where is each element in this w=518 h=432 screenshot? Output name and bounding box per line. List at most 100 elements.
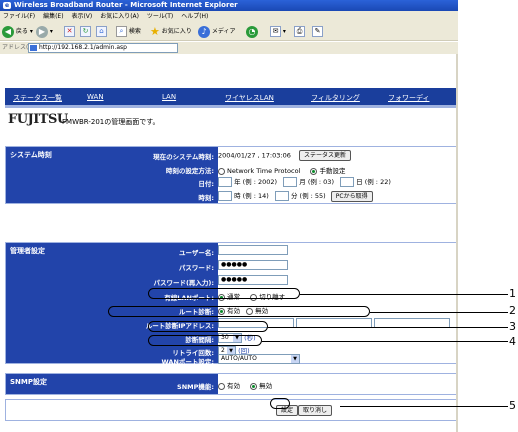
menu-file[interactable]: ファイル(F) — [3, 13, 35, 20]
nav-filtering[interactable]: フィルタリング — [311, 93, 360, 103]
callout-number-2: 2 — [509, 304, 516, 317]
year-input[interactable] — [218, 177, 232, 187]
browser-toolbar: ◀ 戻る ▾ ▶ ▾ ✕ ↻ ⌂ ⌕ 検索 ★ お気に入り ♪ メディア ◔ ✉… — [0, 22, 458, 41]
snmp-on-radio[interactable] — [218, 382, 225, 390]
date-row: 年 (例 : 2002) 月 (例 : 03) 日 (例 : 22) — [218, 176, 391, 187]
cancel-button[interactable]: 取り消し — [298, 405, 333, 416]
callout-ring-5 — [270, 398, 290, 409]
history-button[interactable]: ◔ — [246, 25, 258, 38]
refresh-icon: ↻ — [80, 26, 91, 37]
callout-number-1: 1 — [509, 287, 516, 300]
date-label: 日付: — [198, 180, 214, 188]
manual-label: 手動設定 — [319, 167, 346, 175]
search-button[interactable]: ⌕ 検索 — [116, 25, 141, 38]
chevron-down-icon: ▼ — [291, 355, 299, 363]
fujitsu-logo: FUJITSU — [8, 112, 68, 127]
system-time-section: システム時刻 現在のシステム時刻: 2004/01/27 , 17:03:06 … — [5, 146, 458, 204]
menu-tools[interactable]: ツール(T) — [147, 13, 173, 20]
section-title-admin: 管理者設定 — [10, 247, 45, 255]
refresh-button[interactable]: ↻ — [80, 25, 91, 38]
callout-number-4: 4 — [509, 335, 516, 348]
password-label: パスワード: — [178, 264, 214, 272]
wan-port-select[interactable]: AUTO/AUTO ▼ — [218, 354, 300, 364]
callout-ring-1 — [148, 288, 300, 299]
menu-favorites[interactable]: お気に入り(A) — [100, 13, 139, 20]
leader-line-3 — [268, 327, 508, 328]
stop-button[interactable]: ✕ — [64, 25, 75, 38]
callout-number-3: 3 — [509, 320, 516, 333]
stop-icon: ✕ — [64, 26, 75, 37]
address-bar: アドレス(D) http://192.168.2.1/admin.asp — [0, 42, 458, 54]
callout-ring-2 — [108, 306, 370, 317]
username-input[interactable] — [218, 245, 288, 255]
nav-wan[interactable]: WAN — [87, 93, 104, 101]
page-description: FMWBR-201の管理画面です。 — [62, 118, 160, 126]
snmp-off-label: 無効 — [259, 382, 273, 390]
media-icon: ♪ — [198, 25, 210, 38]
star-icon: ★ — [150, 25, 160, 38]
router-admin-page: ステータス一覧 WAN LAN ワイヤレスLAN フィルタリング フォワーディ … — [0, 54, 458, 432]
home-button[interactable]: ⌂ — [96, 25, 107, 38]
favorites-button[interactable]: ★ お気に入り — [150, 25, 192, 38]
snmp-on-label: 有効 — [227, 382, 240, 390]
ntp-label: Network Time Protocol — [227, 167, 301, 175]
month-input[interactable] — [283, 177, 298, 187]
password-again-input[interactable]: ●●●●● — [218, 275, 288, 285]
current-time-value: 2004/01/27 , 17:03:06 — [218, 151, 291, 160]
minute-input[interactable] — [274, 191, 289, 201]
wan-port-label: WANポート設定: — [161, 358, 214, 366]
nav-forwarding[interactable]: フォワーディ — [388, 93, 430, 103]
menu-help[interactable]: ヘルプ(H) — [181, 13, 208, 20]
back-arrow-icon: ◀ — [2, 25, 14, 38]
month-hint: 月 (例 : 03) — [299, 178, 334, 186]
edit-icon: ✎ — [312, 26, 323, 37]
day-hint: 日 (例 : 22) — [356, 178, 391, 186]
snmp-off-radio[interactable] — [250, 382, 258, 390]
wan-port-row: AUTO/AUTO ▼ — [218, 354, 300, 364]
callout-ring-4 — [148, 335, 262, 346]
menu-edit[interactable]: 編集(E) — [43, 13, 63, 20]
section-title-system-time: システム時刻 — [10, 151, 52, 159]
hour-hint: 時 (例 : 14) — [234, 192, 269, 200]
password-again-label: パスワード(再入力): — [153, 279, 214, 287]
password-input[interactable]: ●●●●● — [218, 260, 288, 270]
media-button[interactable]: ♪ メディア — [198, 25, 236, 38]
manual-radio[interactable] — [310, 167, 318, 175]
window-title: Wireless Broadband Router - Microsoft In… — [14, 1, 238, 9]
menu-bar: ファイル(F) 編集(E) 表示(V) お気に入り(A) ツール(T) ヘルプ(… — [0, 11, 458, 22]
hour-input[interactable] — [218, 191, 232, 201]
section-title-snmp: SNMP設定 — [10, 378, 47, 386]
snmp-label: SNMP機能: — [177, 383, 214, 391]
nav-lan[interactable]: LAN — [162, 93, 176, 101]
get-pc-time-button[interactable]: PCから取得 — [330, 190, 373, 202]
back-button[interactable]: ◀ 戻る ▾ — [2, 25, 33, 38]
mail-icon: ✉ — [270, 26, 281, 37]
leader-line-4 — [262, 341, 508, 342]
time-label: 時刻: — [198, 194, 214, 202]
time-row: 時 (例 : 14) 分 (例 : 55) PCから取得 — [218, 190, 373, 202]
home-icon: ⌂ — [96, 26, 107, 37]
edit-page-button[interactable]: ✎ — [312, 25, 323, 38]
snmp-row: 有効 無効 — [218, 380, 272, 390]
forward-arrow-icon: ▶ — [36, 25, 48, 38]
time-method-label: 時刻の設定方法: — [165, 167, 214, 175]
history-icon: ◔ — [246, 25, 258, 38]
ntp-radio[interactable] — [218, 167, 225, 175]
username-label: ユーザー名: — [179, 249, 214, 257]
minute-hint: 分 (例 : 55) — [290, 192, 326, 200]
status-update-button[interactable]: ステータス更新 — [298, 150, 351, 161]
nav-bar: ステータス一覧 WAN LAN ワイヤレスLAN フィルタリング フォワーディ — [5, 88, 458, 108]
menu-view[interactable]: 表示(V) — [71, 13, 92, 20]
nav-status[interactable]: ステータス一覧 — [13, 93, 62, 103]
address-input[interactable]: http://192.168.2.1/admin.asp — [28, 43, 178, 53]
day-input[interactable] — [340, 177, 355, 187]
time-method-row: Network Time Protocol 手動設定 — [218, 165, 345, 175]
page-scrollbar[interactable] — [456, 54, 458, 432]
page-icon — [30, 45, 37, 51]
mail-button[interactable]: ✉ ▾ — [270, 25, 286, 38]
print-button[interactable]: ⎙ — [294, 25, 305, 38]
nav-wireless-lan[interactable]: ワイヤレスLAN — [225, 93, 274, 103]
callout-number-5: 5 — [509, 399, 516, 412]
forward-button[interactable]: ▶ ▾ — [36, 25, 53, 38]
current-time-label: 現在のシステム時刻: — [153, 153, 214, 161]
